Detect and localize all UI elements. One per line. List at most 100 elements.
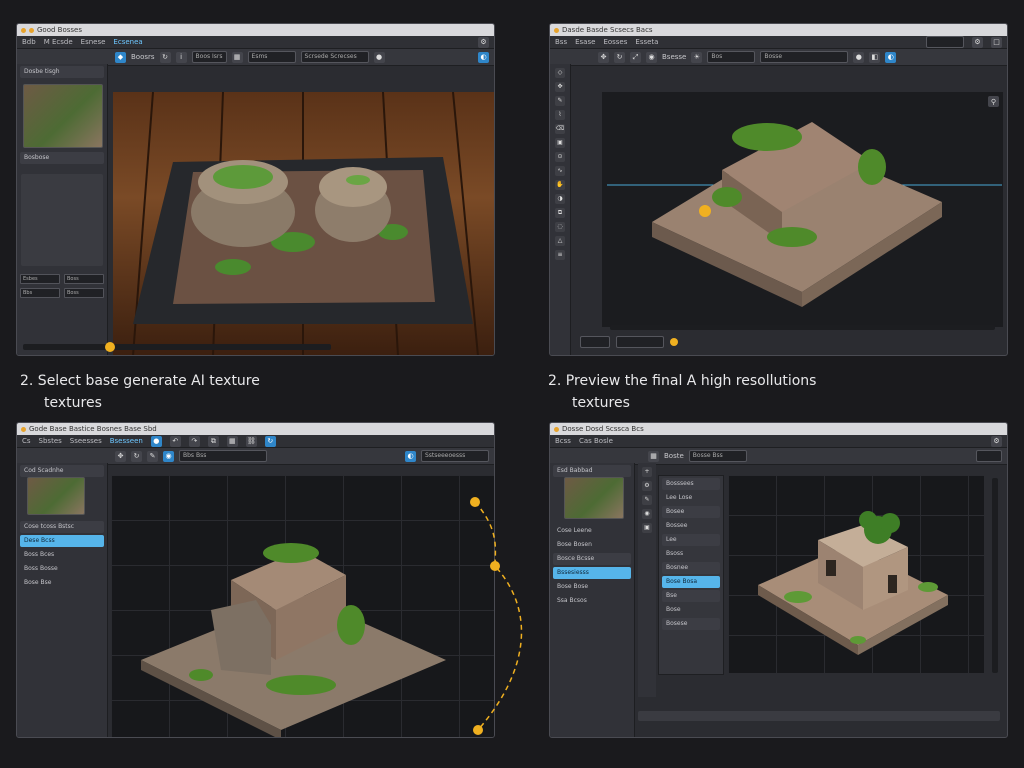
brush-icon[interactable]: ✎ (147, 450, 158, 462)
grid-icon[interactable]: ▦ (226, 435, 238, 447)
sidebar-item[interactable]: Boss Bosse (20, 563, 104, 575)
settings-icon[interactable]: ⚙ (478, 36, 489, 48)
pick-tool-icon[interactable]: ⊙ (555, 152, 565, 162)
curve-handle[interactable] (473, 725, 483, 735)
grid-icon[interactable]: ▦ (231, 51, 243, 63)
info-icon[interactable]: i (175, 51, 187, 63)
property-field[interactable]: Esbes (20, 274, 60, 284)
menu-item[interactable]: Bdb (22, 38, 36, 46)
timeline-handle[interactable] (670, 338, 678, 346)
paint-tool-icon[interactable]: ✎ (555, 96, 565, 106)
add-tool-icon[interactable]: + (642, 467, 652, 477)
sidebar-header[interactable]: Esd Babbad (553, 465, 631, 477)
menu-item[interactable]: Ecsenea (113, 38, 142, 46)
right-field[interactable] (976, 450, 1002, 462)
link-icon[interactable]: ⛓ (245, 435, 257, 447)
menu-item[interactable]: Sseesses (70, 437, 102, 445)
toolbar-item[interactable]: Boste (664, 452, 684, 460)
3d-viewport[interactable]: ⚲ (602, 92, 1003, 327)
move-icon[interactable]: ✥ (115, 450, 126, 462)
sidebar-item[interactable]: Ssa Bcsos (553, 595, 631, 607)
mode-field[interactable]: Bos (707, 51, 756, 63)
paint-tool-icon[interactable]: ✎ (642, 495, 652, 505)
menu-item[interactable]: Esseta (635, 38, 658, 46)
property-item[interactable]: Bose (662, 604, 720, 616)
timeline-scrollbar[interactable] (23, 344, 331, 350)
sidebar-item-selected[interactable]: Bssesiesss (553, 567, 631, 579)
3d-viewport[interactable] (111, 475, 494, 737)
status-field[interactable]: Sstseeeoesss (421, 450, 489, 462)
menu-item[interactable]: M Ecsde (44, 38, 73, 46)
sharpen-tool-icon[interactable]: △ (555, 236, 565, 246)
property-field[interactable]: Boss (64, 274, 104, 284)
window-dot-icon[interactable] (29, 27, 34, 33)
menu-item[interactable]: Bsesseen (110, 437, 143, 445)
eye-tool-icon[interactable]: ◉ (642, 509, 652, 519)
window-dot-icon[interactable] (21, 27, 26, 33)
move-icon[interactable]: ✥ (598, 51, 609, 63)
toggle-icon[interactable]: ◐ (478, 51, 489, 63)
record-icon[interactable]: ● (853, 51, 865, 63)
curve-handle[interactable] (490, 561, 500, 571)
viewport-scrollbar[interactable] (610, 325, 995, 330)
refresh-icon[interactable]: ↻ (159, 51, 171, 63)
property-item[interactable]: Lee Lose (662, 492, 720, 504)
sync-icon[interactable]: ↻ (264, 435, 276, 447)
undo-icon[interactable]: ↶ (169, 435, 181, 447)
vertical-scrollbar[interactable] (992, 478, 998, 673)
settings-icon[interactable]: ⚙ (991, 435, 1002, 447)
toggle-icon[interactable]: ◐ (405, 450, 416, 462)
sidebar-field[interactable]: Bosbose (20, 152, 104, 164)
lock-tool-icon[interactable]: ▣ (642, 523, 652, 533)
curve-handle[interactable] (470, 497, 480, 507)
menu-item[interactable]: Esase (575, 38, 595, 46)
sidebar-item[interactable]: Bose Bse (20, 577, 104, 589)
brush-field[interactable]: Bbs Bss (179, 450, 267, 462)
render-field[interactable]: Bosse (760, 51, 849, 63)
sidebar-item[interactable]: Bose Bosen (553, 539, 631, 551)
property-item[interactable]: Bosnee (662, 562, 720, 574)
grab-tool-icon[interactable]: ✋ (555, 180, 565, 190)
smooth-tool-icon[interactable]: ∿ (555, 166, 565, 176)
timeline-field[interactable] (580, 336, 610, 348)
record-icon[interactable]: ● (150, 435, 162, 447)
timeline-handle[interactable] (105, 342, 115, 352)
redo-icon[interactable]: ↷ (188, 435, 200, 447)
3d-viewport[interactable] (113, 91, 494, 355)
property-item[interactable]: Bossee (662, 520, 720, 532)
mode-field[interactable]: Esms (247, 51, 296, 63)
layers-icon[interactable]: ◆ (115, 51, 126, 63)
view-icon[interactable]: ◧ (869, 51, 881, 63)
record-icon[interactable]: ● (373, 51, 385, 63)
property-item[interactable]: Lee (662, 534, 720, 546)
timeline-bar[interactable] (638, 711, 1000, 721)
move-tool-icon[interactable]: ✥ (555, 82, 565, 92)
property-item[interactable]: Bse (662, 590, 720, 602)
layer-tool-icon[interactable]: ≡ (555, 250, 565, 260)
sidebar-item[interactable]: Cose tcoss Bstsc (20, 521, 104, 533)
property-item[interactable]: Bsoss (662, 548, 720, 560)
window-dot-icon[interactable] (21, 426, 26, 432)
search-field[interactable] (926, 36, 964, 48)
expand-icon[interactable]: □ (991, 36, 1002, 48)
texture-thumbnail[interactable] (27, 477, 85, 515)
camera-icon[interactable]: ◉ (163, 450, 174, 462)
sidebar-item-selected[interactable]: Dese Bcss (20, 535, 104, 547)
window-dot-icon[interactable] (554, 426, 559, 432)
texture-thumbnail[interactable] (564, 477, 624, 519)
blur-tool-icon[interactable]: ◌ (555, 222, 565, 232)
toolbar-item[interactable]: Bsesse (662, 53, 686, 61)
settings-icon[interactable]: ⚙ (972, 36, 983, 48)
property-item[interactable]: Bosese (662, 618, 720, 630)
menu-item[interactable]: Bcss (555, 437, 571, 445)
pivot-handle[interactable] (699, 205, 711, 217)
copy-icon[interactable]: ⧉ (207, 435, 219, 447)
mask-tool-icon[interactable]: ◑ (555, 194, 565, 204)
menu-item[interactable]: Sbstes (39, 437, 62, 445)
window-dot-icon[interactable] (554, 27, 559, 33)
property-field[interactable]: Bbs (20, 288, 60, 298)
clone-tool-icon[interactable]: ⧉ (555, 208, 565, 218)
mode-field[interactable]: Bosse Bss (688, 450, 747, 462)
texture-thumbnail[interactable] (23, 84, 103, 148)
light-icon[interactable]: ☀ (691, 51, 703, 63)
